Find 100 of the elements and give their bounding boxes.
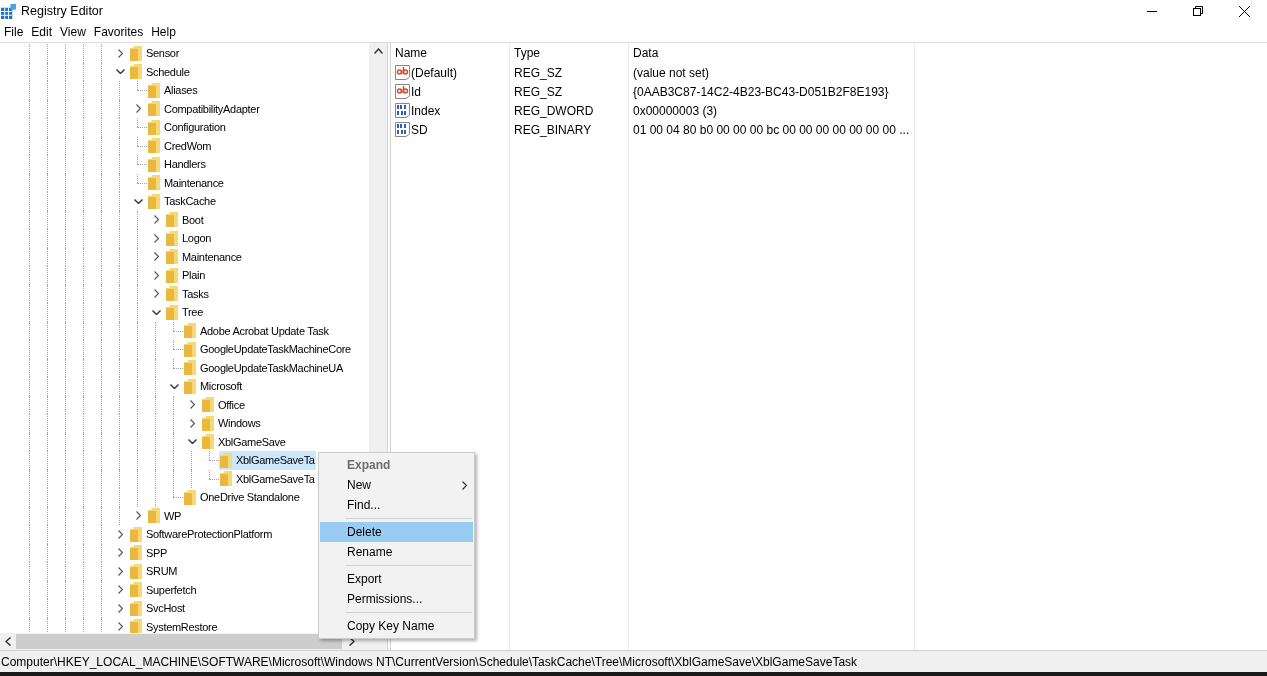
menu-item[interactable]: Export bbox=[320, 569, 473, 589]
folder-icon bbox=[220, 452, 232, 468]
window-title: Registry Editor bbox=[21, 2, 103, 20]
tree-item[interactable]: TaskCache bbox=[147, 192, 217, 211]
menu-bar-item[interactable]: View bbox=[56, 23, 90, 41]
value-name[interactable]: (Default) bbox=[411, 63, 457, 82]
folder-icon bbox=[148, 193, 160, 209]
tree-item[interactable]: Microsoft bbox=[183, 377, 243, 396]
folder-icon bbox=[166, 212, 178, 228]
tree-item[interactable]: Maintenance bbox=[147, 173, 225, 192]
menu-bar-item[interactable]: Edit bbox=[27, 23, 57, 41]
status-bar-path: Computer\HKEY_LOCAL_MACHINE\SOFTWARE\Microsoft\Windows NT\CurrentVersion\Schedule\TaskCache\Tree\Microsoft\XblGameSave\XblGameSaveTask bbox=[1, 653, 858, 671]
tree-item[interactable]: Windows bbox=[201, 414, 262, 433]
tree-item[interactable]: Logon bbox=[165, 229, 213, 248]
folder-icon bbox=[166, 230, 178, 246]
tree-item[interactable]: Office bbox=[201, 395, 246, 414]
folder-icon bbox=[148, 156, 160, 172]
value-name[interactable]: Index bbox=[411, 101, 441, 120]
folder-icon bbox=[184, 378, 196, 394]
column-header[interactable]: Data bbox=[633, 46, 659, 60]
folder-icon bbox=[130, 619, 142, 633]
registry-app-icon bbox=[1, 3, 16, 19]
tree-item[interactable]: GoogleUpdateTaskMachineUA bbox=[183, 358, 344, 377]
folder-icon bbox=[166, 304, 178, 320]
folder-icon bbox=[148, 101, 160, 117]
tree-item[interactable]: SystemRestore bbox=[129, 617, 219, 633]
tree-item[interactable]: SRUM bbox=[129, 562, 179, 581]
folder-icon bbox=[202, 434, 214, 450]
tree-item[interactable]: Schedule bbox=[129, 62, 191, 81]
scroll-up-icon[interactable] bbox=[373, 48, 383, 54]
folder-icon bbox=[130, 600, 142, 616]
tree-item[interactable]: Configuration bbox=[147, 118, 227, 137]
menu-item[interactable]: Rename bbox=[320, 542, 473, 562]
tree-item[interactable]: GoogleUpdateTaskMachineCore bbox=[183, 340, 352, 359]
menu-bar-item[interactable]: File bbox=[0, 23, 28, 41]
menu-bar-item[interactable]: Help bbox=[147, 23, 180, 41]
value-type: REG_SZ bbox=[514, 84, 562, 99]
folder-icon bbox=[166, 286, 178, 302]
menu-item[interactable]: Permissions... bbox=[320, 589, 473, 609]
value-type: REG_DWORD bbox=[514, 103, 594, 118]
value-name[interactable]: SD bbox=[411, 120, 428, 139]
value-type: REG_SZ bbox=[514, 65, 562, 80]
tree-item[interactable]: XblGameSaveTa bbox=[219, 451, 316, 470]
restore-icon bbox=[1193, 6, 1203, 16]
folder-icon bbox=[148, 175, 160, 191]
tree-item[interactable]: SvcHost bbox=[129, 599, 186, 618]
menu-item[interactable]: New bbox=[320, 475, 473, 495]
scroll-left-icon[interactable] bbox=[5, 637, 11, 646]
tree-item[interactable]: Aliases bbox=[147, 81, 199, 100]
folder-icon bbox=[148, 508, 160, 524]
tree-item[interactable]: SoftwareProtectionPlatform bbox=[129, 525, 274, 544]
string-value-icon bbox=[395, 65, 410, 80]
minimize-icon bbox=[1147, 10, 1157, 12]
tree-item[interactable]: Handlers bbox=[147, 155, 207, 174]
folder-icon bbox=[130, 64, 142, 80]
string-value-icon bbox=[395, 84, 410, 99]
tree-item[interactable]: OneDrive Standalone bbox=[183, 488, 301, 507]
value-name[interactable]: Id bbox=[411, 82, 421, 101]
folder-icon bbox=[130, 563, 142, 579]
folder-icon bbox=[148, 138, 160, 154]
menu-bar-item[interactable]: Favorites bbox=[89, 23, 148, 41]
menu-item[interactable]: Copy Key Name bbox=[320, 616, 473, 636]
tree-item[interactable]: Tasks bbox=[165, 284, 210, 303]
tree-item[interactable]: Boot bbox=[165, 210, 205, 229]
column-header[interactable]: Type bbox=[514, 46, 540, 60]
tree-item[interactable]: Sensor bbox=[129, 44, 181, 63]
tree-item[interactable]: WP bbox=[147, 506, 183, 525]
folder-icon bbox=[148, 119, 160, 135]
value-data: (value not set) bbox=[633, 65, 710, 80]
tree-item[interactable]: SPP bbox=[129, 543, 169, 562]
tree-item[interactable]: XblGameSaveTa bbox=[219, 469, 316, 488]
tree-item[interactable]: Plain bbox=[165, 266, 206, 285]
close-icon bbox=[1238, 5, 1250, 17]
tree-item[interactable]: CompatibilityAdapter bbox=[147, 99, 261, 118]
scroll-right-icon[interactable] bbox=[349, 637, 355, 646]
folder-icon bbox=[130, 545, 142, 561]
folder-icon bbox=[166, 267, 178, 283]
horizontal-scrollbar[interactable] bbox=[0, 633, 387, 650]
scrollbar-thumb[interactable] bbox=[16, 634, 342, 649]
tree-item[interactable]: Maintenance bbox=[165, 247, 243, 266]
folder-icon bbox=[202, 415, 214, 431]
value-data: 01 00 04 80 b0 00 00 00 bc 00 00 00 00 00 00 00 ... bbox=[633, 122, 910, 137]
value-data: {0AAB3C87-14C2-4B23-BC43-D051B2F8E193} bbox=[633, 84, 889, 99]
value-data: 0x00000003 (3) bbox=[633, 103, 718, 118]
tree-item[interactable]: CredWom bbox=[147, 136, 213, 155]
binary-value-icon bbox=[395, 103, 410, 118]
tree-item[interactable]: Adobe Acrobat Update Task bbox=[183, 321, 330, 340]
column-header[interactable]: Name bbox=[395, 46, 427, 60]
menu-item[interactable]: Delete bbox=[320, 522, 473, 542]
folder-icon bbox=[184, 489, 196, 505]
tree-item[interactable]: Tree bbox=[165, 303, 204, 322]
tree-item[interactable]: XblGameSave bbox=[201, 432, 287, 451]
menu-item[interactable]: Find... bbox=[320, 495, 473, 515]
folder-icon bbox=[148, 82, 160, 98]
folder-icon bbox=[184, 341, 196, 357]
folder-icon bbox=[220, 471, 232, 487]
folder-icon bbox=[166, 249, 178, 265]
folder-icon bbox=[130, 526, 142, 542]
tree-item[interactable]: Superfetch bbox=[129, 580, 198, 599]
binary-value-icon bbox=[395, 122, 410, 137]
